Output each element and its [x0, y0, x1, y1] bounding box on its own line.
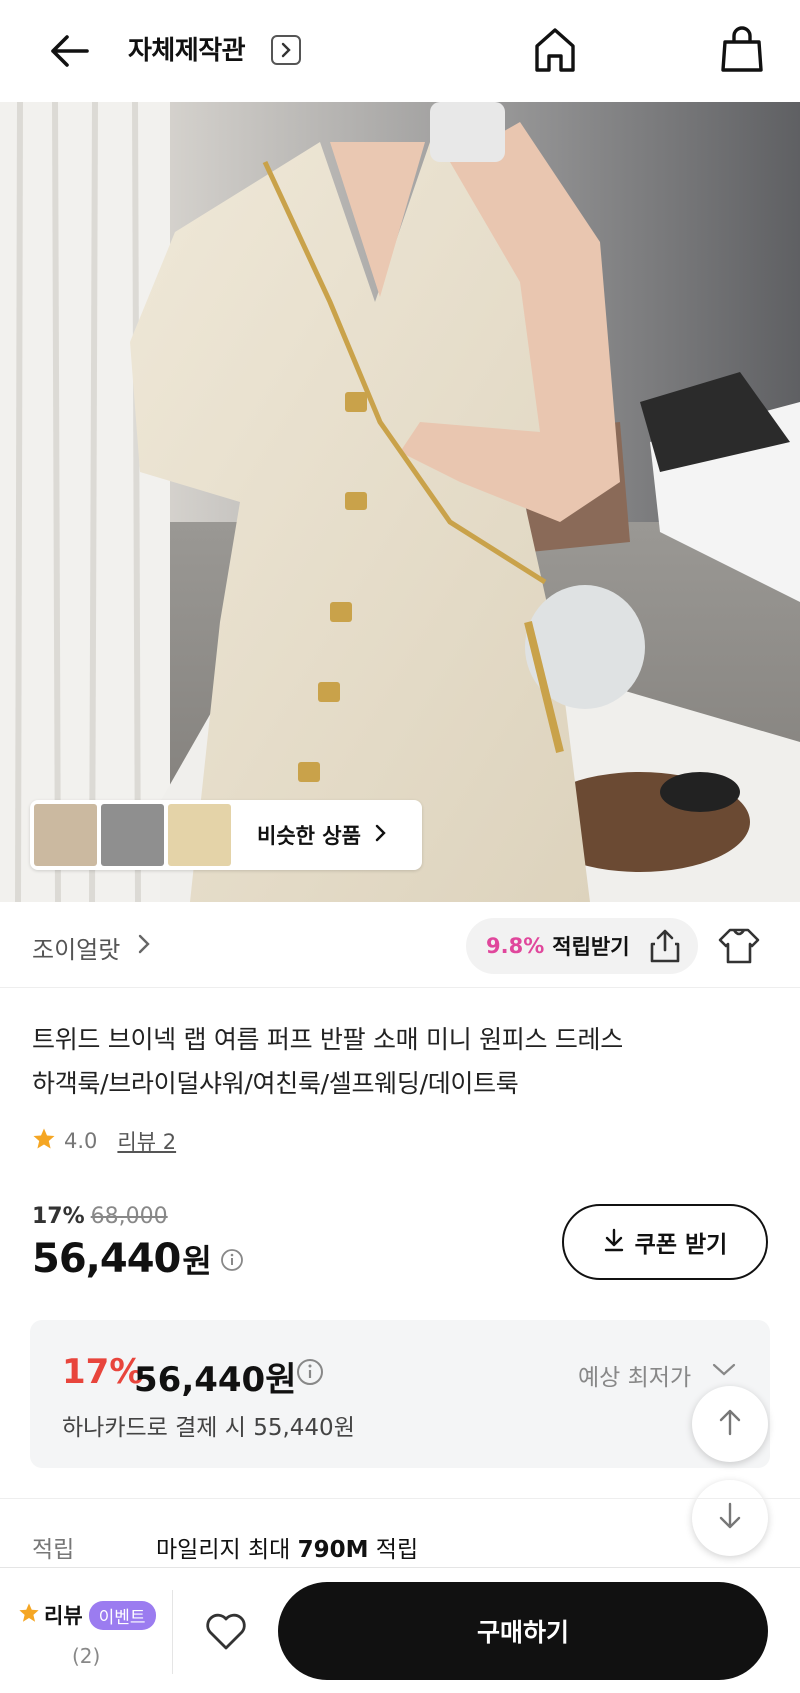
hanger-icon[interactable]: [718, 926, 760, 966]
buy-button[interactable]: 구매하기: [278, 1582, 768, 1680]
reward-label: 적립받기: [552, 935, 630, 959]
back-arrow-icon[interactable]: [44, 26, 94, 76]
coupon-label: 쿠폰 받기: [634, 1232, 728, 1258]
similar-products-label: 비슷한 상품: [257, 824, 361, 848]
arrow-down-icon: [718, 1502, 742, 1534]
shop-name-link[interactable]: 조이얼랏: [32, 930, 120, 965]
event-badge: 이벤트: [88, 1600, 156, 1630]
product-title-line2: 하객룩/브라이덜샤워/여친룩/셀프웨딩/데이트룩: [32, 1069, 519, 1098]
currency-unit: 원: [182, 1242, 212, 1280]
discount-percent: 17%: [32, 1204, 85, 1229]
info-icon[interactable]: [220, 1248, 244, 1276]
bottom-divider: [172, 1590, 173, 1674]
similar-thumbnail: [34, 804, 97, 866]
top-app-bar: 자체제작관: [0, 0, 800, 102]
similar-products-button[interactable]: 비슷한 상품: [30, 800, 422, 870]
chevron-right-icon[interactable]: [271, 35, 301, 65]
reward-percent: 9.8%: [486, 934, 545, 958]
product-image[interactable]: [0, 102, 800, 902]
review-link[interactable]: 리뷰 2: [117, 1126, 176, 1156]
mileage-prefix: 마일리지 최대: [156, 1537, 298, 1563]
lowest-discount-percent: 17%: [62, 1352, 144, 1392]
scroll-bottom-button[interactable]: [692, 1480, 768, 1556]
bottom-action-bar: 리뷰 이벤트 (2) 구매하기: [0, 1567, 800, 1693]
chevron-down-icon[interactable]: [712, 1362, 736, 1381]
mileage-amount: 790M: [297, 1537, 369, 1563]
heart-icon[interactable]: [204, 1610, 248, 1654]
shop-row: 조이얼랏 9.8% 적립받기: [0, 902, 800, 988]
review-count: (2): [72, 1644, 101, 1668]
rating-row: 4.0 리뷰 2: [32, 1126, 176, 1156]
page-title[interactable]: 자체제작관: [128, 30, 246, 67]
similar-thumbnail: [168, 804, 231, 866]
sale-price-row: 56,440 원: [32, 1236, 244, 1282]
product-title-line1: 트위드 브이넥 랩 여름 퍼프 반팔 소매 미니 원피스 드레스: [32, 1025, 623, 1054]
product-title: 트위드 브이넥 랩 여름 퍼프 반팔 소매 미니 원피스 드레스 하객룩/브라이…: [32, 1018, 772, 1106]
shopping-bag-icon[interactable]: [716, 24, 768, 76]
arrow-up-icon: [718, 1408, 742, 1440]
download-icon: [603, 1228, 625, 1256]
expected-lowest-label[interactable]: 예상 최저가: [578, 1358, 691, 1392]
lowest-price-box[interactable]: 17% 56,440원 예상 최저가 하나카드로 결제 시 55,440원: [30, 1320, 770, 1468]
chevron-right-icon: [375, 824, 387, 846]
section-divider: [0, 1498, 800, 1499]
card-discount-text: 하나카드로 결제 시 55,440원: [62, 1415, 355, 1441]
rating-value: 4.0: [64, 1129, 98, 1153]
star-icon: [18, 1602, 40, 1628]
similar-thumbnail: [101, 804, 164, 866]
review-label: 리뷰: [44, 1604, 83, 1628]
lowest-price: 56,440원: [134, 1360, 297, 1400]
review-button[interactable]: 리뷰 이벤트: [18, 1600, 156, 1630]
share-icon[interactable]: [647, 928, 683, 964]
mileage-suffix: 적립: [368, 1537, 419, 1563]
chevron-right-icon[interactable]: [138, 934, 150, 958]
original-price: 68,000: [90, 1204, 168, 1229]
mileage-value: 마일리지 최대 790M 적립: [156, 1530, 418, 1564]
discount-row: 17% 68,000: [32, 1204, 168, 1229]
info-icon[interactable]: [296, 1358, 324, 1390]
mileage-key: 적립: [32, 1537, 75, 1563]
sale-price: 56,440: [32, 1236, 181, 1282]
mileage-row: 적립 마일리지 최대 790M 적립: [32, 1530, 418, 1564]
star-icon: [32, 1127, 56, 1155]
scroll-top-button[interactable]: [692, 1386, 768, 1462]
home-icon[interactable]: [530, 24, 580, 76]
coupon-download-button[interactable]: 쿠폰 받기: [562, 1204, 768, 1280]
